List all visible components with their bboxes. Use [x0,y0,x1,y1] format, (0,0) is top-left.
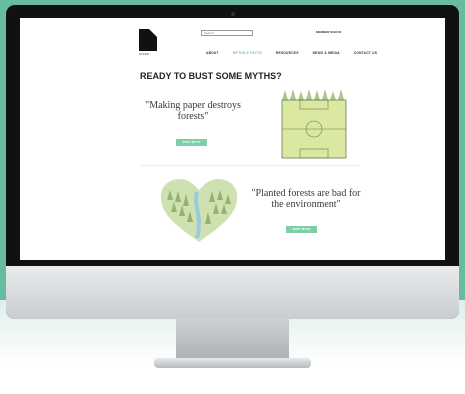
nav-item-contact-us[interactable]: CONTACT US [354,51,377,55]
search-input[interactable]: Search [201,30,253,36]
heart-forest-illustration [160,179,238,242]
nav-item-news-media[interactable]: NEWS & MEDIA [313,51,340,55]
nav-item-resources[interactable]: RESOURCES [276,51,299,55]
nav-item-about[interactable]: ABOUT [206,51,219,55]
page-heading: READY TO BUST SOME MYTHS? [140,71,282,81]
logo-text: PAPER [139,52,149,56]
main-nav: ABOUT MYTHS & FACTS RESOURCES NEWS & MED… [206,51,377,55]
logo-notch [149,29,157,37]
member-sign-in-link[interactable]: MEMBER SIGN IN [316,30,341,34]
nav-item-myths-facts[interactable]: MYTHS & FACTS [233,51,262,55]
soccer-field-illustration [281,89,347,159]
section-divider [140,165,360,166]
monitor-chin [6,266,459,319]
monitor-stand-base [154,358,311,368]
bust-myth-button-1[interactable]: BUST MYTH [176,139,207,146]
website-screen: PAPER Search MEMBER SIGN IN ABOUT MYTHS … [20,18,445,260]
bust-myth-button-2[interactable]: BUST MYTH [286,226,317,233]
camera-icon [231,12,235,16]
myth-quote-1: "Making paper destroys forests" [145,100,241,122]
logo-icon[interactable] [139,29,157,51]
monitor-stand [176,318,289,362]
myth-quote-2: "Planted forests are bad for the environ… [251,188,361,210]
